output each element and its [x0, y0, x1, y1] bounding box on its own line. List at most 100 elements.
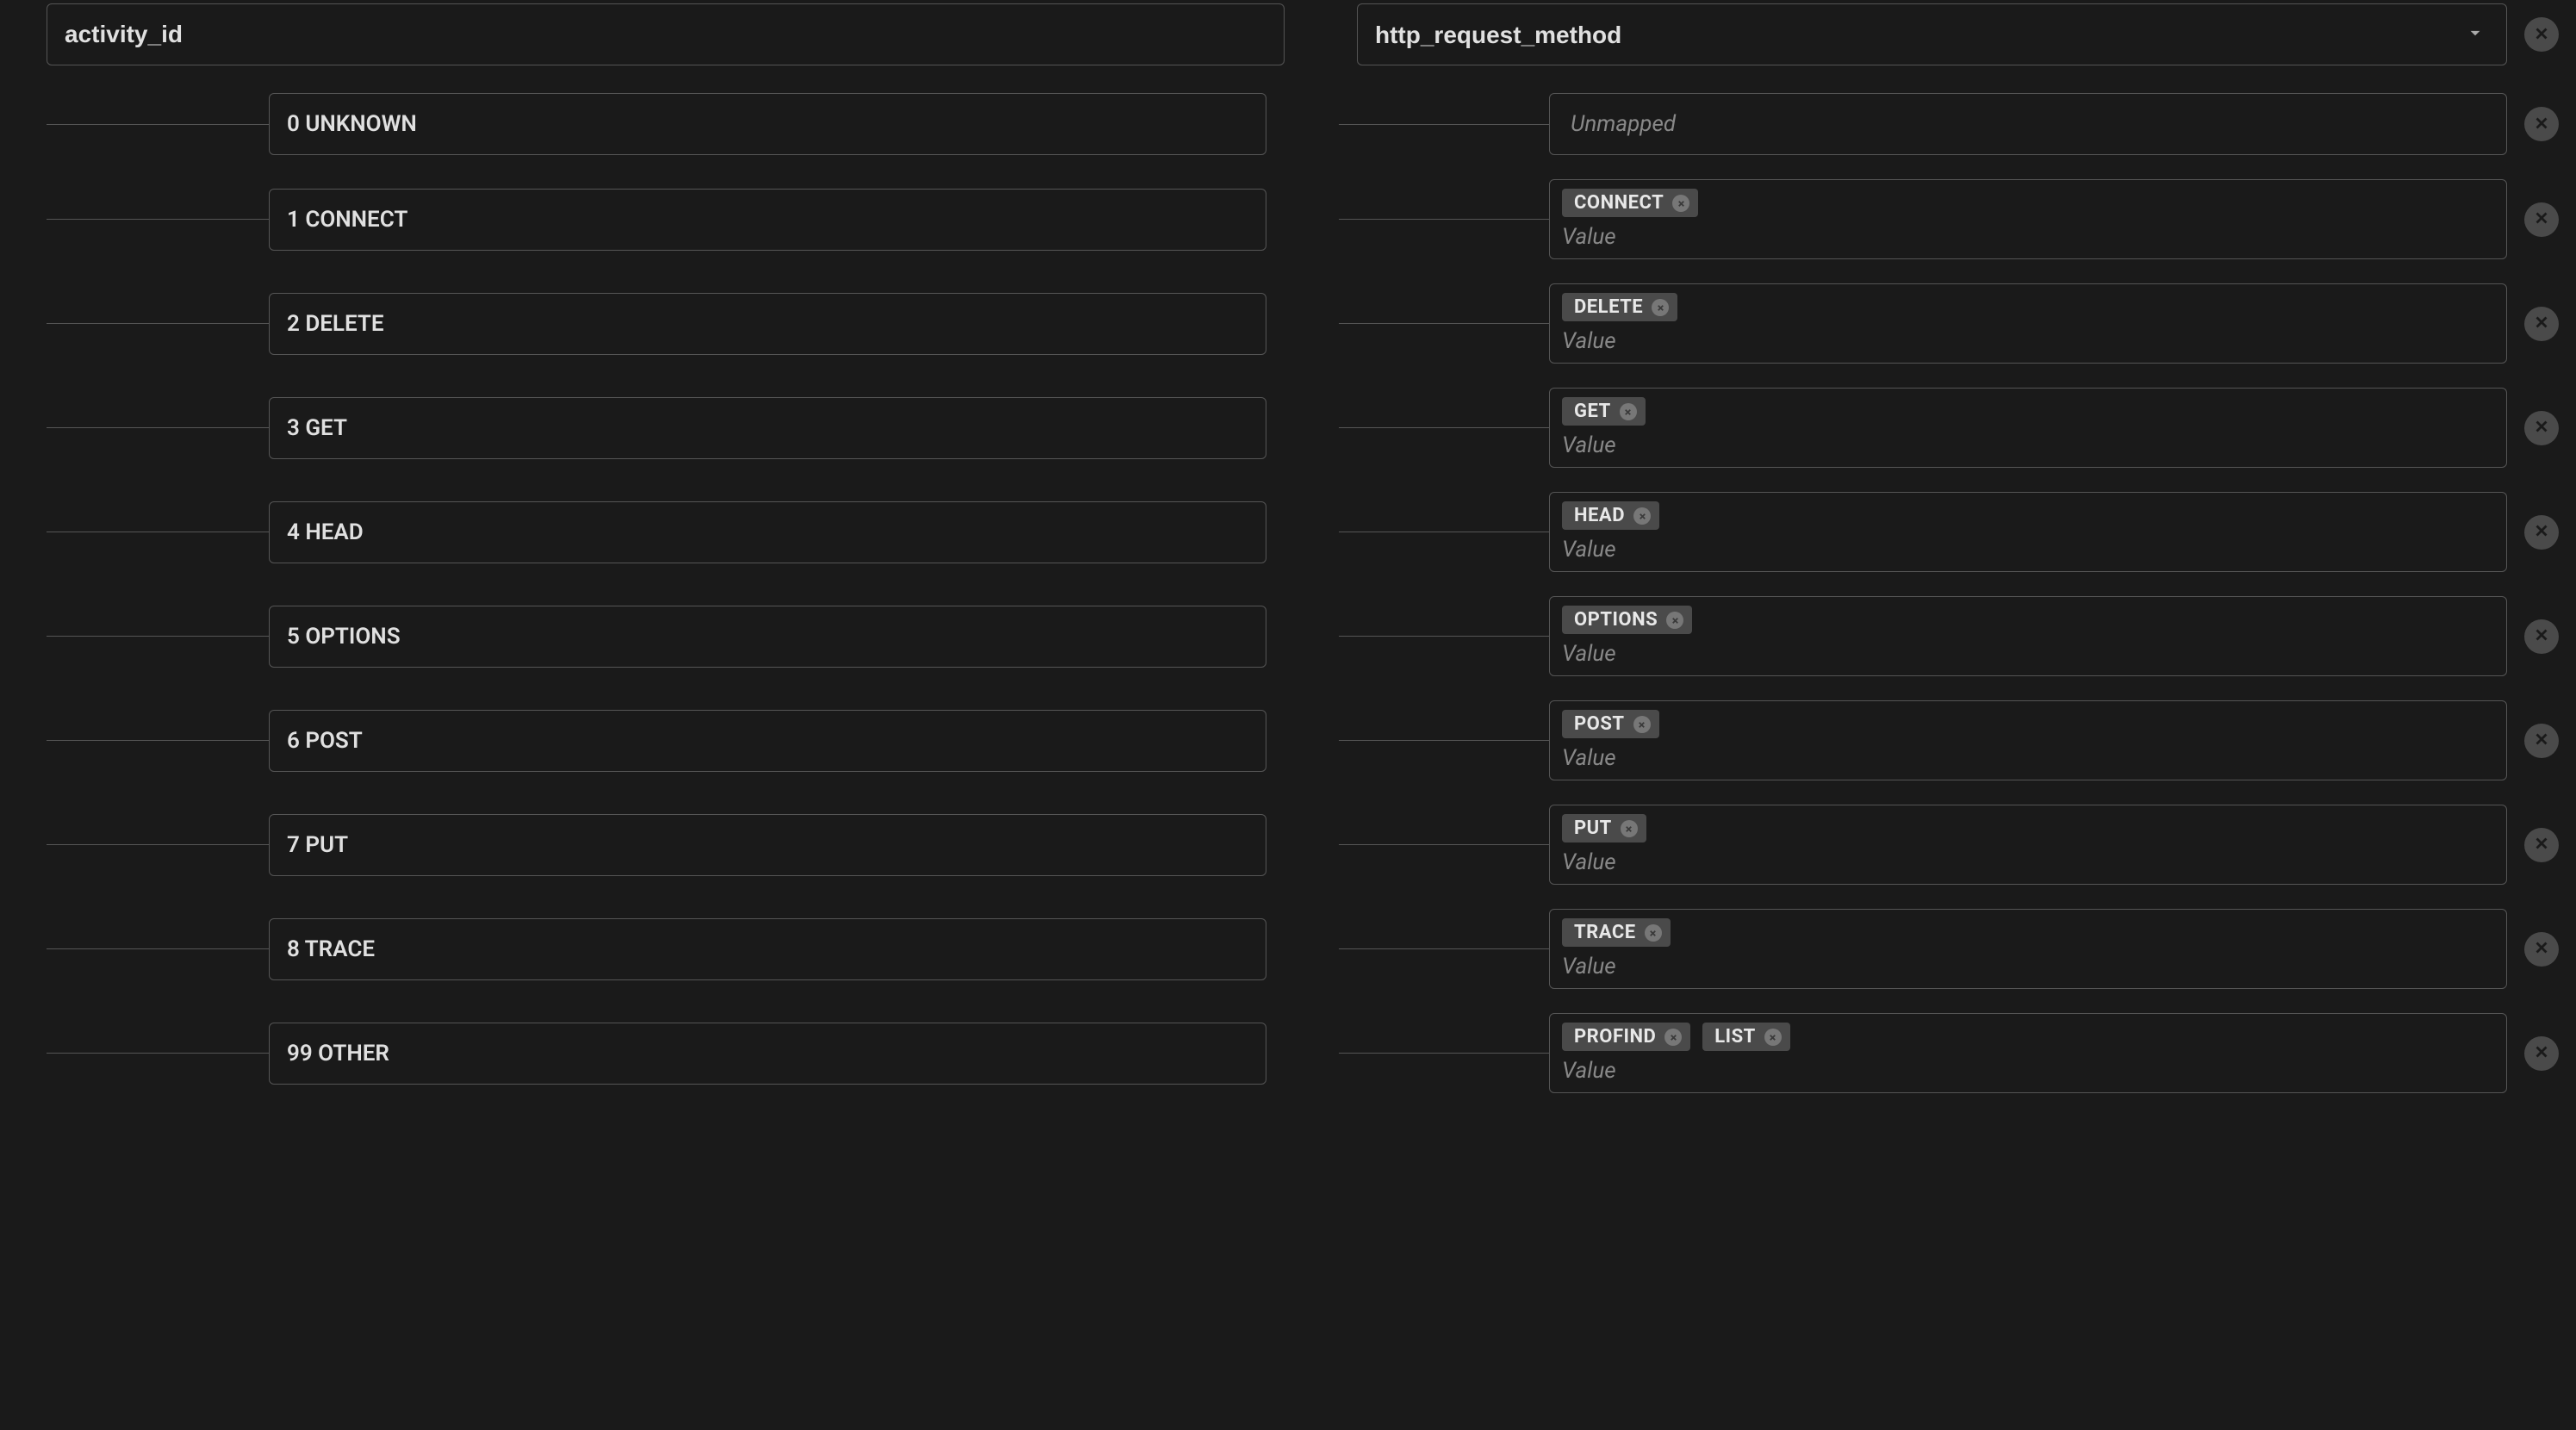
- mapping-row-left: 5 OPTIONS: [47, 606, 1266, 668]
- tag: GET: [1562, 397, 1646, 426]
- activity-value-box[interactable]: 99 OTHER: [269, 1023, 1266, 1085]
- mapping-row: 3 GET GET Value: [47, 388, 2559, 468]
- mapping-editor: http_request_method 0 UNKNOWN Unmapped 1 C…: [0, 0, 2576, 1135]
- activity-value-box[interactable]: 3 GET: [269, 397, 1266, 459]
- tag-remove-button[interactable]: [1672, 195, 1689, 212]
- remove-row-button[interactable]: [2524, 932, 2559, 967]
- activity-value-text: 2 DELETE: [287, 311, 384, 337]
- remove-row-button[interactable]: [2524, 515, 2559, 550]
- remove-row-button[interactable]: [2524, 724, 2559, 758]
- right-field-select[interactable]: http_request_method: [1357, 3, 2507, 65]
- tag-input-box[interactable]: PUT Value: [1549, 805, 2507, 885]
- remove-row-button[interactable]: [2524, 619, 2559, 654]
- right-field-select-wrap: http_request_method: [1357, 3, 2507, 65]
- mapping-row-left: 99 OTHER: [47, 1023, 1266, 1085]
- close-icon: [2532, 625, 2551, 647]
- mapping-row-right: OPTIONSValue: [1339, 596, 2559, 676]
- tag-remove-button[interactable]: [1620, 403, 1637, 420]
- mapping-row-right: PROFIND LIST Value: [1339, 1013, 2559, 1093]
- mapping-row-left: 4 HEAD: [47, 501, 1266, 563]
- mapping-row: 1 CONNECT CONNECT Value: [47, 179, 2559, 259]
- remove-row-button[interactable]: [2524, 202, 2559, 237]
- connector-line: [1339, 740, 1549, 741]
- value-placeholder: Value: [1562, 537, 2494, 563]
- row-remove-wrap: [2507, 107, 2559, 141]
- tag-row: DELETE: [1562, 293, 2494, 321]
- tag-label: OPTIONS: [1574, 609, 1658, 631]
- close-icon: [2532, 114, 2551, 135]
- tag-remove-button[interactable]: [1652, 299, 1669, 316]
- row-remove-wrap: [2507, 724, 2559, 758]
- mapping-row-left: 7 PUT: [47, 814, 1266, 876]
- tag-label: LIST: [1714, 1026, 1756, 1048]
- connector-line: [1339, 219, 1549, 220]
- mapping-row-left: 0 UNKNOWN: [47, 93, 1266, 155]
- tag-remove-button[interactable]: [1664, 1029, 1682, 1046]
- tag-label: TRACE: [1574, 922, 1636, 943]
- tag-input-box[interactable]: DELETEValue: [1549, 283, 2507, 364]
- value-placeholder: Value: [1562, 1058, 2494, 1084]
- tag-input-box[interactable]: OPTIONSValue: [1549, 596, 2507, 676]
- close-icon: [2532, 1042, 2551, 1064]
- activity-value-box[interactable]: 2 DELETE: [269, 293, 1266, 355]
- tag-remove-button[interactable]: [1633, 507, 1651, 525]
- remove-row-button[interactable]: [2524, 107, 2559, 141]
- connector-line: [1339, 323, 1549, 324]
- tag-input-box[interactable]: TRACEValue: [1549, 909, 2507, 989]
- unmapped-placeholder: Unmapped: [1562, 106, 2494, 142]
- header-right-wrap: http_request_method: [1357, 3, 2559, 65]
- left-field-input[interactable]: [47, 3, 1285, 65]
- connector-line: [47, 636, 269, 637]
- tag-label: CONNECT: [1574, 192, 1664, 214]
- tag-remove-button[interactable]: [1666, 612, 1683, 629]
- tag-input-box[interactable]: POSTValue: [1549, 700, 2507, 780]
- mapping-row: 2 DELETE DELETEValue: [47, 283, 2559, 364]
- value-placeholder: Value: [1562, 849, 2494, 875]
- tag-row: GET: [1562, 397, 2494, 426]
- activity-value-box[interactable]: 1 CONNECT: [269, 189, 1266, 251]
- connector-line: [1339, 948, 1549, 949]
- tag: CONNECT: [1562, 189, 1698, 217]
- connector-line: [47, 427, 269, 428]
- tag-remove-button[interactable]: [1645, 924, 1662, 942]
- tag-input-box[interactable]: PROFIND LIST Value: [1549, 1013, 2507, 1093]
- close-icon: [1623, 401, 1633, 422]
- activity-value-box[interactable]: 4 HEAD: [269, 501, 1266, 563]
- row-remove-wrap: [2507, 307, 2559, 341]
- activity-value-box[interactable]: 0 UNKNOWN: [269, 93, 1266, 155]
- close-icon: [1638, 505, 1647, 526]
- mapping-row-right: POSTValue: [1339, 700, 2559, 780]
- value-placeholder: Value: [1562, 224, 2494, 250]
- close-icon: [2532, 417, 2551, 438]
- close-icon: [2532, 938, 2551, 960]
- remove-row-button[interactable]: [2524, 1036, 2559, 1071]
- value-placeholder: Value: [1562, 432, 2494, 458]
- tag: LIST: [1702, 1023, 1790, 1051]
- tag-input-box[interactable]: CONNECT Value: [1549, 179, 2507, 259]
- activity-value-text: 7 PUT: [287, 832, 348, 858]
- activity-value-box[interactable]: 8 TRACE: [269, 918, 1266, 980]
- tag-label: DELETE: [1574, 296, 1643, 318]
- activity-value-box[interactable]: 6 POST: [269, 710, 1266, 772]
- tag-input-box[interactable]: Unmapped: [1549, 93, 2507, 155]
- activity-value-text: 8 TRACE: [287, 936, 375, 962]
- tag-remove-button[interactable]: [1633, 716, 1651, 733]
- activity-value-box[interactable]: 5 OPTIONS: [269, 606, 1266, 668]
- remove-row-button[interactable]: [2524, 828, 2559, 862]
- tag-input-box[interactable]: GET Value: [1549, 388, 2507, 468]
- activity-value-box[interactable]: 7 PUT: [269, 814, 1266, 876]
- close-icon: [1768, 1026, 1777, 1048]
- remove-row-button[interactable]: [2524, 411, 2559, 445]
- close-icon: [1648, 922, 1658, 943]
- tag: TRACE: [1562, 918, 1671, 947]
- tag-remove-button[interactable]: [1764, 1029, 1782, 1046]
- remove-mapping-button[interactable]: [2524, 17, 2559, 52]
- tag-row: PUT: [1562, 814, 2494, 842]
- remove-row-button[interactable]: [2524, 307, 2559, 341]
- tag-remove-button[interactable]: [1621, 820, 1638, 837]
- close-icon: [1637, 713, 1646, 735]
- row-remove-wrap: [2507, 932, 2559, 967]
- tag-label: PROFIND: [1574, 1026, 1656, 1048]
- tag-input-box[interactable]: HEADValue: [1549, 492, 2507, 572]
- tag: OPTIONS: [1562, 606, 1692, 634]
